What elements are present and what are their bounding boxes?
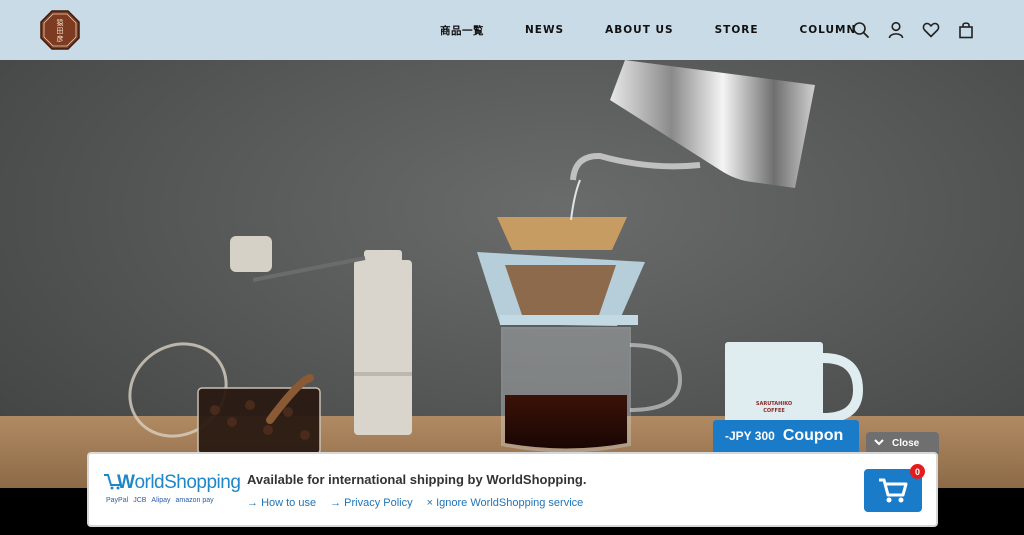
payment-jcb: JCB — [133, 497, 147, 504]
ignore-service-link[interactable]: × Ignore WorldShopping service — [427, 497, 584, 509]
coupon-label: Coupon — [782, 427, 844, 444]
close-button[interactable]: Close — [866, 432, 939, 454]
hero-image: SARUTAHIKO COFFEE — [0, 60, 1024, 488]
payment-methods: PayPal JCB Alipay amazon pay — [106, 497, 214, 504]
ignore-service-label: Ignore WorldShopping service — [436, 497, 584, 509]
svg-text:田: 田 — [57, 27, 64, 35]
coupon-tab[interactable]: -JPY 300 Coupon — [713, 420, 859, 452]
arrow-right-icon: → — [330, 497, 345, 509]
nav-item-about-us[interactable]: ABOUT US — [605, 24, 674, 36]
how-to-use-link[interactable]: → How to use — [247, 497, 316, 509]
svg-text:猿: 猿 — [57, 18, 64, 27]
how-to-use-label: How to use — [261, 497, 317, 509]
worldshopping-bar: WorldShopping PayPal JCB Alipay amazon p… — [87, 452, 938, 527]
payment-paypal: PayPal — [106, 497, 129, 504]
worldshopping-logo: WorldShopping PayPal JCB Alipay amazon p… — [103, 468, 241, 510]
payment-amazon-pay: amazon pay — [175, 497, 214, 504]
nav-item-products[interactable]: 商品一覧 — [440, 23, 484, 38]
logo-rest: orldShopping — [134, 472, 241, 493]
coupon-amount: -JPY 300 — [725, 429, 775, 443]
chevron-down-icon — [874, 438, 884, 449]
worldshopping-links: → How to use → Privacy Policy × Ignore W… — [247, 497, 583, 509]
mug-text-line2: COFFEE — [763, 408, 785, 414]
shop-logo[interactable]: 猿 田 彦 — [40, 10, 80, 50]
heart-icon[interactable] — [921, 20, 941, 40]
shipping-message: Available for international shipping by … — [247, 472, 587, 487]
account-icon[interactable] — [886, 20, 906, 40]
cart-count-badge: 0 — [910, 464, 925, 479]
logo-prefix: W — [117, 472, 135, 493]
close-label: Close — [892, 437, 920, 449]
nav-item-store[interactable]: STORE — [715, 24, 759, 36]
worldshopping-logo-text: WorldShopping — [117, 472, 241, 494]
nav-item-column[interactable]: COLUMN — [800, 24, 857, 36]
x-icon: × — [426, 497, 437, 509]
header-icons — [851, 19, 976, 41]
main-nav: 商品一覧 NEWS ABOUT US STORE COLUMN — [440, 0, 856, 60]
search-icon[interactable] — [851, 20, 871, 40]
site-header: 猿 田 彦 商品一覧 NEWS ABOUT US STORE COLUMN — [0, 0, 1024, 60]
arrow-right-icon: → — [247, 497, 262, 509]
svg-text:彦: 彦 — [57, 34, 64, 43]
mug-text-line1: SARUTAHIKO — [756, 401, 792, 407]
payment-alipay: Alipay — [151, 497, 171, 504]
privacy-policy-link[interactable]: → Privacy Policy — [330, 497, 413, 509]
nav-item-news[interactable]: NEWS — [525, 24, 564, 36]
cart-icon — [879, 478, 908, 502]
hero-coffee-scene: SARUTAHIKO COFFEE — [0, 60, 1024, 488]
bag-icon[interactable] — [956, 20, 976, 40]
privacy-policy-label: Privacy Policy — [344, 497, 413, 509]
